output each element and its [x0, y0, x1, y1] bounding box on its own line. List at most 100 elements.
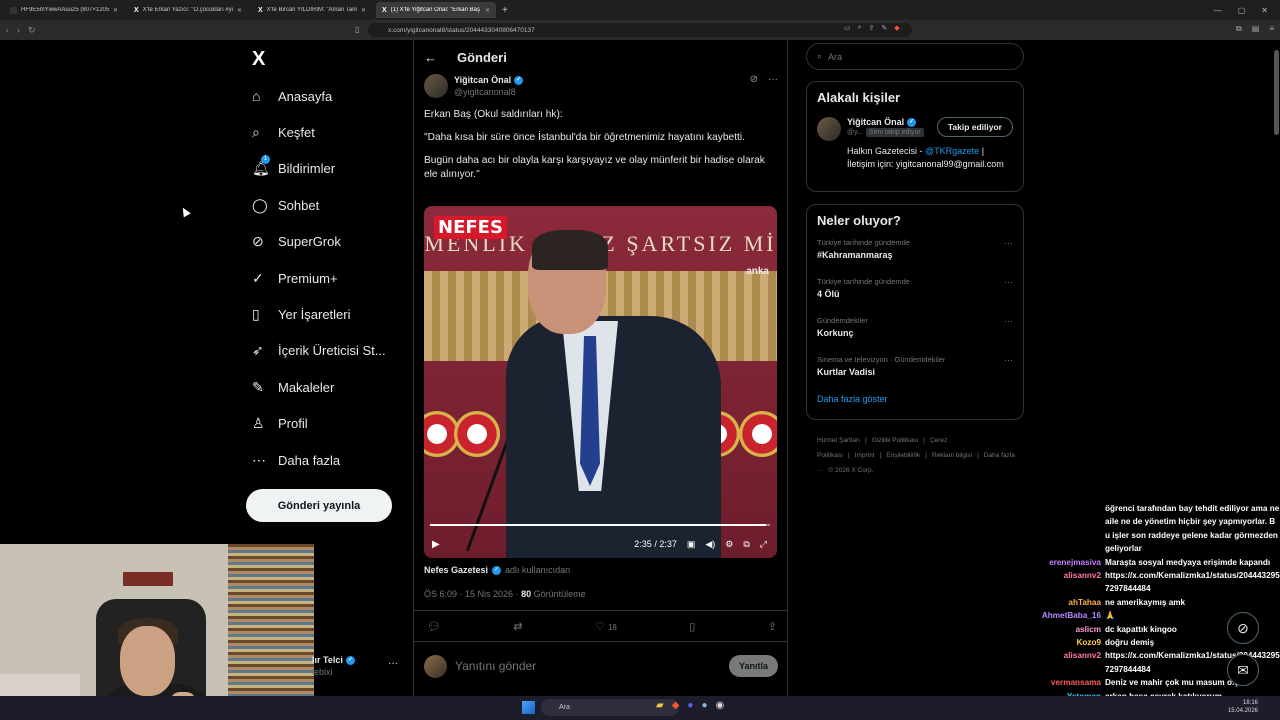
settings-icon[interactable]: ⚙: [725, 539, 733, 550]
person-name[interactable]: Yiğitcan Önal: [847, 117, 904, 127]
more-options-icon[interactable]: ···: [1004, 355, 1013, 365]
reply-icon[interactable]: 💬︎: [427, 620, 441, 633]
extensions-icon[interactable]: ⧉: [1236, 24, 1242, 34]
video-player[interactable]: MENLİK KAYIZ ŞARTSIZ Mİ NEFES anka ▶ 2:3…: [424, 206, 777, 558]
nav-item-bell[interactable]: 🔔︎ 1 Bildirimler: [248, 151, 408, 187]
footer-link[interactable]: Gizlilik Politikası: [872, 437, 919, 444]
volume-icon[interactable]: ◀): [705, 539, 715, 550]
profile-icon: ♙: [252, 415, 265, 432]
trend-item[interactable]: Gündemdekiler Korkunç ···: [817, 312, 1013, 351]
reload-icon[interactable]: ↻: [28, 25, 36, 36]
repost-icon[interactable]: ⇄: [513, 620, 522, 633]
x-logo[interactable]: X: [252, 48, 265, 71]
forward-icon[interactable]: ›: [17, 25, 20, 36]
more-options-icon[interactable]: ···: [1004, 316, 1013, 326]
source-name[interactable]: Nefes Gazetesi: [424, 565, 488, 575]
post-timestamp[interactable]: ÖS 6:09 · 15 Nis 2026 ·: [424, 589, 519, 599]
more-options-icon[interactable]: ···: [388, 658, 398, 669]
avatar[interactable]: [424, 74, 448, 98]
search-input[interactable]: ⌕ Ara: [806, 43, 1024, 70]
trend-item[interactable]: Sinema ve televizyon · Gündemdekiler Kurt…: [817, 351, 1013, 390]
trend-item[interactable]: Türkiye tarihinde gündemde 4 Ölü ···: [817, 273, 1013, 312]
url-text[interactable]: x.com/yigitcanonal8/status/2044433040806…: [388, 27, 535, 34]
bio-link[interactable]: @TKRgazete: [925, 146, 979, 156]
account-switcher[interactable]: lır Telci ✓ lebixi: [312, 655, 355, 677]
show-more-link[interactable]: Daha fazla göster: [817, 394, 1013, 404]
more-options-icon[interactable]: ···: [768, 74, 778, 85]
brave-shield-icon[interactable]: ◆: [894, 24, 899, 32]
folder-icon[interactable]: ▰: [656, 700, 664, 711]
chat-username: [1000, 502, 1105, 556]
related-person[interactable]: Yiğitcan Önal ✓ @y... Seni takip ediyor Ta…: [817, 117, 1013, 141]
bookmark-page-icon[interactable]: ▯: [355, 25, 359, 34]
nav-item-profile[interactable]: ♙ Profil: [248, 406, 408, 442]
play-icon[interactable]: ▶: [432, 539, 440, 550]
nav-item-grok[interactable]: ⊘ SuperGrok: [248, 224, 408, 260]
more-options-icon[interactable]: ···: [1004, 238, 1013, 248]
footer-separator: |: [848, 452, 850, 459]
discord-icon[interactable]: ●: [687, 700, 693, 711]
more-circle-icon: ⋯: [252, 451, 266, 468]
fullscreen-icon[interactable]: ⤢: [760, 539, 767, 550]
new-tab-button[interactable]: +: [502, 5, 508, 16]
bookmark-icon[interactable]: ▯: [689, 620, 695, 633]
miniplayer-icon[interactable]: ⧉: [743, 539, 749, 550]
captions-icon[interactable]: ▣: [687, 539, 696, 550]
grok-float-icon[interactable]: ⊘: [1227, 612, 1259, 644]
footer-link[interactable]: Hizmet Şartları: [817, 437, 860, 444]
author-name[interactable]: Yiğitcan Önal: [454, 75, 511, 85]
share-icon[interactable]: ⇪: [768, 620, 777, 633]
avatar[interactable]: [817, 117, 841, 141]
following-button[interactable]: Takip ediliyor: [936, 117, 1013, 137]
close-window-icon[interactable]: ✕: [1261, 6, 1268, 15]
footer-link[interactable]: Reklam bilgisi: [932, 452, 972, 459]
nav-item-bookmark[interactable]: ▯ Yer İşaretleri: [248, 296, 408, 332]
windows-start-icon[interactable]: [522, 701, 535, 714]
wallet-icon[interactable]: ▤: [1252, 24, 1260, 34]
nav-item-search[interactable]: ⌕ Keşfet: [248, 114, 408, 150]
screen-icon[interactable]: ▭: [844, 24, 851, 32]
brave-icon[interactable]: ◆: [672, 700, 680, 711]
nav-item-chat[interactable]: ◯ Sohbet: [248, 187, 408, 223]
back-icon[interactable]: ‹: [6, 25, 9, 36]
browser-tab[interactable]: HF9E5mYwwAAuu25 (807×1205) ✕: [4, 2, 124, 18]
author-handle[interactable]: @yigitcanonal8: [454, 87, 523, 97]
close-tab-icon[interactable]: ✕: [237, 7, 242, 14]
footer-link[interactable]: Imprint: [855, 452, 875, 459]
rocket-icon: ➶: [252, 342, 264, 359]
steam-icon[interactable]: ●: [701, 700, 707, 711]
scrollbar[interactable]: [1274, 40, 1279, 696]
reply-button[interactable]: Yanıtla: [728, 655, 778, 677]
share-icon[interactable]: ⇪: [869, 24, 875, 32]
nav-item-more-circle[interactable]: ⋯ Daha fazla: [248, 442, 408, 478]
nav-item-rocket[interactable]: ➶ İçerik Üreticisi St...: [248, 333, 408, 369]
grok-icon[interactable]: ⊘: [750, 74, 758, 85]
translate-icon[interactable]: ✎: [881, 24, 887, 32]
zoom-icon[interactable]: ⌕: [858, 24, 862, 32]
trend-item[interactable]: Türkiye tarihinde gündemde #Kahramanmaraş…: [817, 234, 1013, 273]
close-tab-icon[interactable]: ✕: [485, 7, 490, 14]
browser-tab[interactable]: X X'te Bircan YILDIRIM: "Aman Tanrım ✕: [252, 2, 372, 18]
like-button[interactable]: ♡ 18: [595, 620, 617, 633]
reply-input[interactable]: Yanıtını gönder: [455, 659, 536, 673]
nav-item-article[interactable]: ✎ Makaleler: [248, 369, 408, 405]
close-tab-icon[interactable]: ✕: [361, 7, 366, 14]
address-bar[interactable]: x.com/yigitcanonal8/status/2044433040806…: [368, 23, 912, 37]
footer-link[interactable]: Erişilebilirlik: [886, 452, 920, 459]
menu-icon[interactable]: ≡: [1269, 24, 1274, 34]
close-tab-icon[interactable]: ✕: [113, 7, 118, 14]
maximize-icon[interactable]: ▢: [1238, 6, 1246, 15]
messages-float-icon[interactable]: ✉: [1227, 654, 1259, 686]
footer-link[interactable]: © 2026 X Corp.: [829, 467, 874, 474]
back-arrow-icon[interactable]: ←: [424, 50, 437, 65]
chat-username: alisannv2: [1063, 651, 1101, 661]
video-progress-bar[interactable]: [430, 524, 770, 526]
browser-tab[interactable]: XX'te Erkan Yazıcı: "O.çocukları #yusuf ✕: [128, 2, 248, 18]
browser-tab[interactable]: X (1) X'te Yiğitcan Önal: "Erkan Baş ✕: [376, 2, 496, 18]
post-button[interactable]: Gönderi yayınla: [246, 489, 392, 522]
nav-item-premium[interactable]: ✓ Premium+: [248, 260, 408, 296]
minimize-icon[interactable]: —: [1214, 6, 1222, 15]
obs-icon[interactable]: ◉: [716, 700, 725, 711]
more-options-icon[interactable]: ···: [1004, 277, 1013, 287]
nav-item-home[interactable]: ⌂ Anasayfa: [248, 78, 408, 114]
